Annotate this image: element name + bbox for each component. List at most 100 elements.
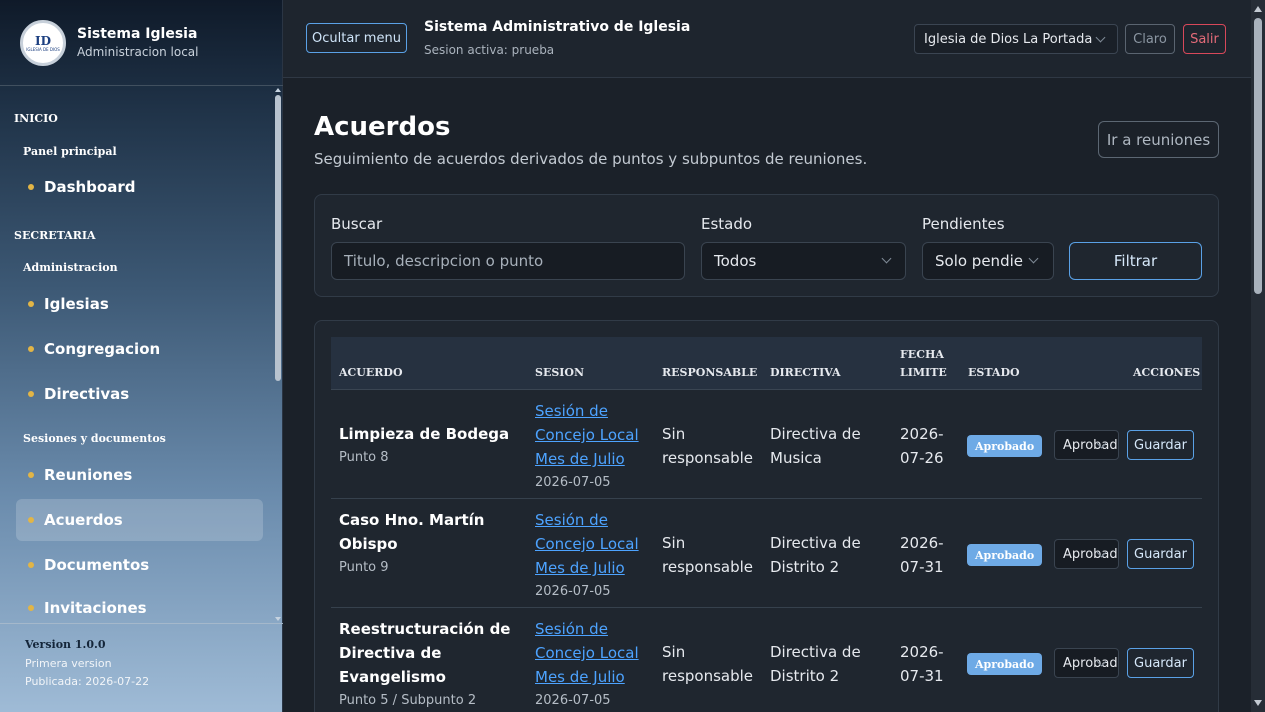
responsible-line: responsable: [662, 667, 754, 685]
pending-label: Pendientes: [922, 215, 1005, 233]
responsible-line: Sin: [662, 643, 686, 661]
sidebar-item-label: Documentos: [44, 556, 150, 574]
table-row: Caso Hno. Martín Obispo Punto 9 Sesión d…: [331, 499, 1202, 608]
filter-panel: Buscar Titulo, descripcion o punto Estad…: [314, 194, 1219, 297]
session-link[interactable]: Concejo Local: [535, 423, 655, 447]
sidebar-item-label: Dashboard: [44, 178, 136, 196]
session-cell: Sesión de Concejo Local Mes de Julio 202…: [535, 508, 655, 604]
pending-select[interactable]: Solo pendie: [922, 242, 1054, 280]
status-select[interactable]: Aprobado: [1054, 430, 1119, 460]
agreement-cell: Limpieza de Bodega Punto 8: [339, 422, 529, 470]
status-select[interactable]: Aprobado: [1054, 539, 1119, 569]
sidebar-item-acuerdos[interactable]: Acuerdos: [16, 499, 263, 541]
nav-section-secretaria: SECRETARIA: [14, 229, 96, 242]
session-link[interactable]: Mes de Julio: [535, 665, 655, 689]
bullet-icon: [28, 391, 34, 397]
session-link[interactable]: Concejo Local: [535, 641, 655, 665]
version-title: Version 1.0.0: [25, 638, 106, 651]
chevron-down-icon: [881, 253, 892, 264]
sidebar-item-dashboard[interactable]: Dashboard: [16, 166, 263, 208]
status-badge: Aprobado: [967, 653, 1043, 675]
status-badge: Aprobado: [967, 435, 1043, 457]
page-title: Acuerdos: [314, 112, 451, 142]
responsible-cell: Sin responsable: [662, 422, 753, 470]
sidebar-scrollbar[interactable]: [274, 86, 282, 623]
scroll-down-icon[interactable]: [1254, 700, 1262, 706]
session-link[interactable]: Mes de Julio: [535, 447, 655, 471]
sidebar-item-invitaciones[interactable]: Invitaciones: [16, 587, 263, 623]
due-date-cell: 2026- 07-31: [900, 531, 944, 579]
session-link[interactable]: Mes de Julio: [535, 556, 655, 580]
sidebar-item-directivas[interactable]: Directivas: [16, 373, 263, 415]
go-meetings-button[interactable]: Ir a reuniones: [1098, 121, 1219, 158]
board-cell: Directiva de Distrito 2: [770, 531, 861, 579]
column-header-fecha: FECHA: [900, 348, 944, 361]
scroll-up-icon[interactable]: [275, 88, 281, 92]
page-scroll-thumb[interactable]: [1254, 18, 1262, 294]
search-label: Buscar: [331, 215, 383, 233]
board-cell: Directiva de Distrito 2: [770, 640, 861, 688]
board-cell: Directiva de Musica: [770, 422, 861, 470]
topbar: Ocultar menu Sistema Administrativo de I…: [283, 0, 1251, 78]
column-header-directiva: DIRECTIVA: [770, 366, 841, 379]
app-title: Sistema Administrativo de Iglesia: [424, 19, 691, 35]
state-select[interactable]: Todos: [701, 242, 906, 280]
brand-header: ID IGLESIA DE DIOS Sistema Iglesia Admin…: [0, 0, 283, 86]
responsible-line: responsable: [662, 449, 754, 467]
due-date-line: 2026-: [900, 425, 944, 443]
sidebar-item-iglesias[interactable]: Iglesias: [16, 283, 263, 325]
bullet-icon: [28, 346, 34, 352]
nav-group-panel: Panel principal: [23, 145, 117, 158]
agreement-point: Punto 8: [339, 450, 389, 465]
sidebar-item-congregacion[interactable]: Congregacion: [16, 328, 263, 370]
theme-toggle-button[interactable]: Claro: [1125, 24, 1175, 54]
page-scrollbar[interactable]: [1251, 0, 1265, 712]
sidebar-item-label: Congregacion: [44, 340, 161, 358]
scroll-up-icon[interactable]: [1254, 6, 1262, 12]
hide-menu-button[interactable]: Ocultar menu: [306, 23, 407, 53]
sidebar-item-label: Directivas: [44, 385, 130, 403]
state-label: Estado: [701, 215, 753, 233]
session-link[interactable]: Sesión de: [535, 617, 655, 641]
due-date-cell: 2026- 07-26: [900, 422, 944, 470]
session-cell: Sesión de Concejo Local Mes de Julio 202…: [535, 617, 655, 712]
sidebar-item-label: Acuerdos: [44, 511, 123, 529]
save-button[interactable]: Guardar: [1127, 430, 1194, 460]
status-select-value: Aprobado: [1063, 437, 1118, 453]
search-input[interactable]: Titulo, descripcion o punto: [331, 242, 685, 280]
scroll-down-icon[interactable]: [275, 617, 281, 621]
church-select[interactable]: Iglesia de Dios La Portada: [914, 24, 1118, 54]
board-line: Directiva de: [770, 534, 861, 552]
sidebar-item-reuniones[interactable]: Reuniones: [16, 454, 263, 496]
responsible-cell: Sin responsable: [662, 640, 753, 688]
bullet-icon: [28, 605, 34, 611]
session-link[interactable]: Sesión de: [535, 508, 655, 532]
nav-group-administracion: Administracion: [23, 261, 118, 274]
version-published: Publicada: 2026-07-22: [25, 675, 150, 688]
sidebar-item-documentos[interactable]: Documentos: [16, 544, 263, 586]
save-button[interactable]: Guardar: [1127, 539, 1194, 569]
due-date-line: 07-31: [900, 558, 944, 576]
board-line: Directiva de: [770, 425, 861, 443]
page-description: Seguimiento de acuerdos derivados de pun…: [314, 150, 868, 168]
church-logo: ID IGLESIA DE DIOS: [20, 20, 66, 66]
sidebar-scroll-thumb[interactable]: [275, 95, 281, 381]
session-link[interactable]: Sesión de: [535, 399, 655, 423]
session-link[interactable]: Concejo Local: [535, 532, 655, 556]
table-row: Reestructuración de Directiva de Evangel…: [331, 608, 1202, 712]
bullet-icon: [28, 472, 34, 478]
church-select-value: Iglesia de Dios La Portada: [924, 31, 1093, 47]
column-header-acciones: ACCIONES: [1133, 366, 1201, 379]
due-date-line: 07-26: [900, 449, 944, 467]
filter-button[interactable]: Filtrar: [1069, 242, 1202, 280]
agreement-title: Directiva de Evangelismo: [339, 644, 446, 686]
sidebar: ID IGLESIA DE DIOS Sistema Iglesia Admin…: [0, 0, 283, 712]
status-select[interactable]: Aprobado: [1054, 648, 1119, 678]
logout-button[interactable]: Salir: [1183, 24, 1226, 54]
sidebar-item-label: Iglesias: [44, 295, 109, 313]
responsible-line: Sin: [662, 425, 686, 443]
agreement-cell: Reestructuración de Directiva de Evangel…: [339, 617, 539, 712]
bullet-icon: [28, 517, 34, 523]
brand-title: Sistema Iglesia: [77, 26, 198, 42]
save-button[interactable]: Guardar: [1127, 648, 1194, 678]
